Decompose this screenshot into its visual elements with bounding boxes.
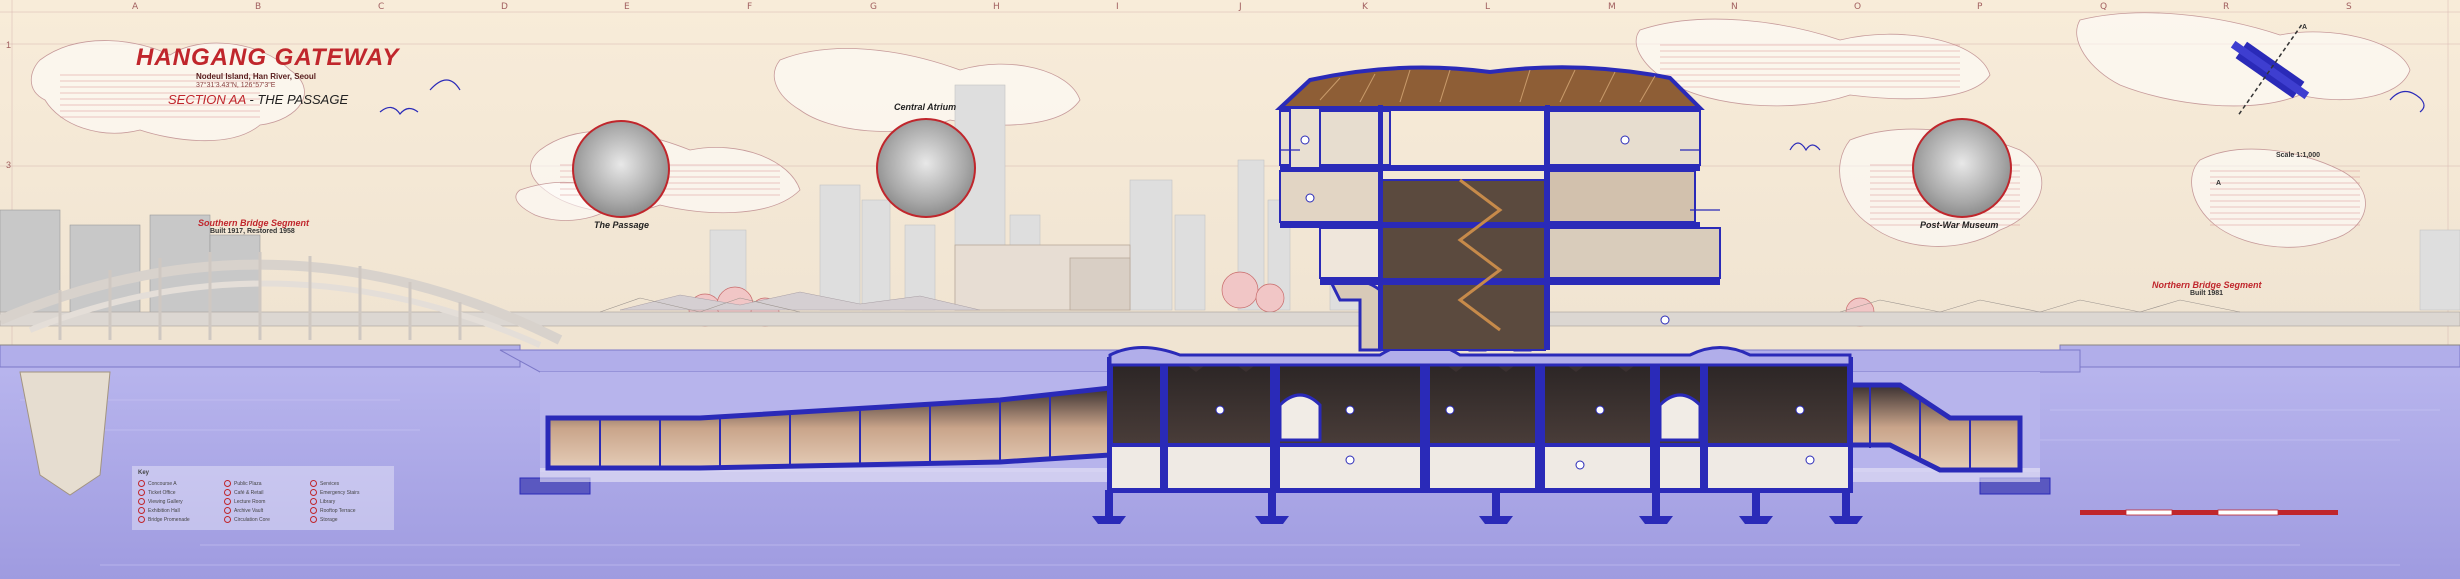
grid-letter: I (1116, 2, 1119, 12)
legend-item: Services (310, 480, 339, 487)
southern-segment-sub: Built 1917, Restored 1958 (210, 228, 295, 235)
legend-item: Library (310, 498, 335, 505)
legend-item-label: Library (320, 498, 336, 505)
legend-marker-icon (224, 498, 231, 505)
legend-item-label: Rooftop Terrace (320, 507, 356, 514)
legend-item: Viewing Gallery (138, 498, 183, 505)
legend-item: Public Plaza (224, 480, 262, 487)
legend-marker-icon (138, 498, 145, 505)
legend-item-label: Exhibition Hall (148, 507, 180, 514)
legend-item-label: Concourse A (148, 480, 177, 487)
grid-letter: N (1731, 2, 1738, 12)
project-location: Nodeul Island, Han River, Seoul (196, 72, 317, 81)
tower-roof (1274, 65, 1705, 110)
inset-label-museum: Post-War Museum (1920, 220, 1999, 230)
legend-marker-icon (138, 507, 145, 514)
grid-letter: H (993, 2, 1000, 12)
legend-item: Exhibition Hall (138, 507, 180, 514)
grid-letter: R (2223, 2, 2230, 12)
grid-number-3: 3 (6, 160, 12, 170)
grid-letter: P (1977, 2, 1983, 12)
warehouse-building (954, 244, 1131, 311)
inset-museum-image (1912, 118, 2012, 218)
legend-item-label: Circulation Core (234, 516, 270, 523)
legend-item: Café & Retail (224, 489, 263, 496)
grid-letter: C (378, 2, 385, 12)
section-name: - THE PASSAGE (245, 92, 349, 107)
northern-segment-title: Northern Bridge Segment (2152, 280, 2262, 290)
grid-letter: M (1608, 2, 1616, 12)
grid-letter: S (2346, 2, 2352, 12)
legend-item-label: Emergency Stairs (320, 489, 360, 496)
northern-segment-sub: Built 1981 (2190, 290, 2224, 297)
section-marker-top: A (2302, 24, 2308, 31)
legend-item: Rooftop Terrace (310, 507, 355, 514)
legend-item: Ticket Office (138, 489, 176, 496)
legend-item-label: Café & Retail (234, 489, 264, 496)
legend-marker-icon (224, 480, 231, 487)
legend-marker-icon (224, 489, 231, 496)
legend-title: Key (138, 470, 150, 476)
legend-item-label: Services (320, 480, 340, 487)
legend-marker-icon (310, 516, 317, 523)
legend-item: Archive Vault (224, 507, 263, 514)
legend-item-label: Bridge Promenade (148, 516, 190, 523)
grid-letter: L (1485, 2, 1491, 12)
legend-marker-icon (310, 480, 317, 487)
scale-text: Scale 1:1,000 (2276, 152, 2320, 159)
legend-item: Lecture Room (224, 498, 265, 505)
legend-item-label: Storage (320, 516, 338, 523)
grid-letter: F (747, 2, 753, 12)
legend-item: Emergency Stairs (310, 489, 359, 496)
legend-marker-icon (138, 489, 145, 496)
grid-letter: D (501, 2, 508, 12)
grid-letter: O (1854, 2, 1862, 12)
legend-item: Bridge Promenade (138, 516, 190, 523)
section-title: SECTION AA - THE PASSAGE (168, 92, 348, 107)
grid-letter: B (255, 2, 262, 12)
legend-item-label: Lecture Room (234, 498, 266, 505)
legend-marker-icon (138, 516, 145, 523)
project-title: HANGANG GATEWAY (136, 44, 400, 71)
project-coordinates: 37°31'3.43"N, 126°57'3"E (196, 82, 276, 89)
legend-marker-icon (310, 507, 317, 514)
bridge-deck-far (0, 311, 2460, 327)
legend-item: Storage (310, 516, 338, 523)
grid-letter: Q (2100, 2, 2108, 12)
legend-item: Concourse A (138, 480, 177, 487)
inset-atrium-image (876, 118, 976, 218)
grid-number-1: 1 (6, 40, 12, 50)
legend: Key Concourse A Ticket Office Viewing Gall… (132, 466, 394, 530)
section-marker-bottom: A (2216, 180, 2222, 187)
grid-letter: E (624, 2, 630, 12)
legend-marker-icon (138, 480, 145, 487)
legend-marker-icon (224, 516, 231, 523)
inset-passage-image (572, 120, 670, 218)
legend-item-label: Ticket Office (148, 489, 176, 496)
legend-item-label: Public Plaza (234, 480, 262, 487)
legend-marker-icon (310, 498, 317, 505)
legend-item-label: Archive Vault (234, 507, 264, 514)
section-prefix: SECTION AA (168, 92, 246, 107)
legend-marker-icon (310, 489, 317, 496)
legend-marker-icon (224, 507, 231, 514)
grid-letter: J (1239, 2, 1242, 12)
grid-letter: G (870, 2, 877, 12)
inset-label-passage: The Passage (594, 220, 650, 230)
grid-letter: K (1362, 2, 1368, 12)
southern-segment-title: Southern Bridge Segment (198, 218, 310, 228)
grid-letter: A (132, 2, 139, 12)
inset-label-atrium: Central Atrium (894, 102, 957, 112)
legend-item: Circulation Core (224, 516, 270, 523)
drawing-sheet: ABCDEFGHIJKLMNOPQRS 1 3 HANGANG GATEWAY … (0, 0, 2460, 579)
legend-item-label: Viewing Gallery (148, 498, 183, 505)
scale-bar (2080, 509, 2338, 516)
